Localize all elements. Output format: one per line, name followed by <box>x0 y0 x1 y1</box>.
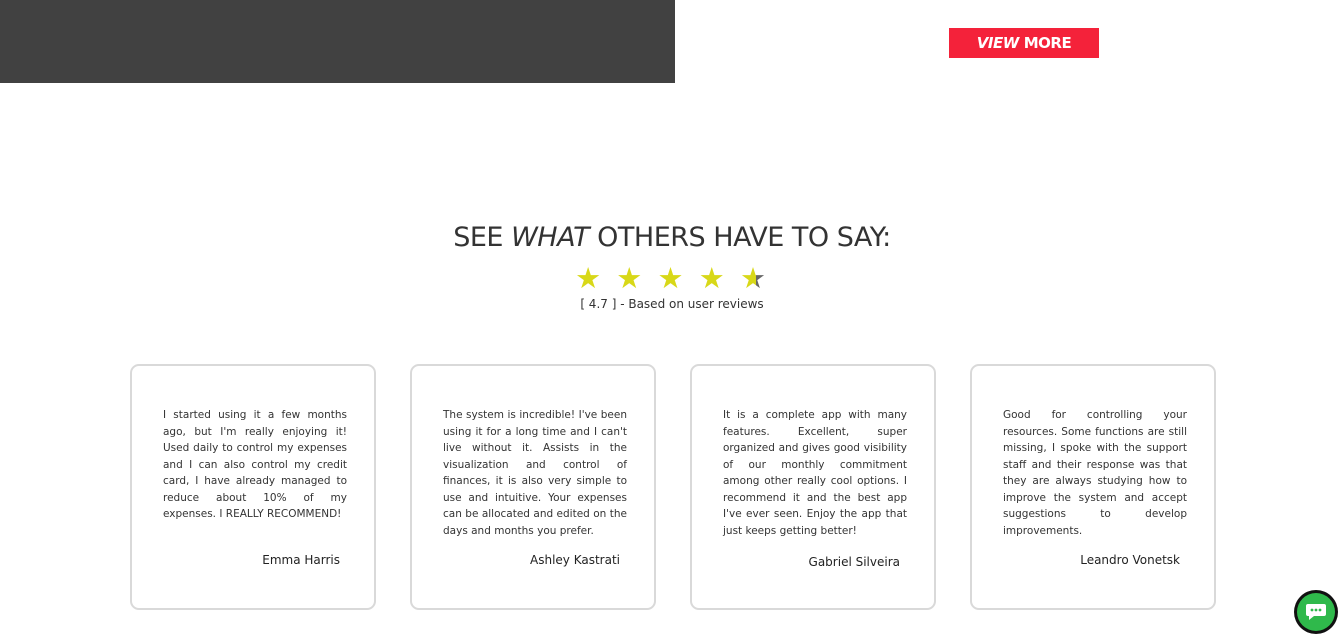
review-card: It is a complete app with many features.… <box>690 364 936 610</box>
view-more-label-part1: VIEW <box>976 34 1019 52</box>
chat-bubble-icon <box>1297 593 1335 631</box>
review-author: Emma Harris <box>262 553 340 567</box>
review-text: The system is incredible! I've been usin… <box>443 409 627 537</box>
reviews-heading: SEE WHAT OTHERS HAVE TO SAY: <box>0 222 1344 253</box>
review-author: Ashley Kastrati <box>530 553 620 567</box>
chat-widget-button[interactable] <box>1294 590 1338 634</box>
review-card: I started using it a few months ago, but… <box>130 364 376 610</box>
review-card: The system is incredible! I've been usin… <box>410 364 656 610</box>
star-icon: ★ <box>657 261 687 295</box>
review-text: It is a complete app with many features.… <box>723 409 907 537</box>
view-more-button[interactable]: VIEW MORE <box>949 28 1099 58</box>
rating-summary: [ 4.7 ] - Based on user reviews <box>580 297 764 311</box>
hero-image-panel <box>0 0 675 83</box>
star-icon: ★ <box>616 261 646 295</box>
review-author: Leandro Vonetsk <box>1080 553 1180 567</box>
reviews-heading-part2: WHAT <box>511 222 590 253</box>
review-author: Gabriel Silveira <box>808 555 900 569</box>
review-card: Good for controlling your resources. Som… <box>970 364 1216 610</box>
reviews-heading-part3: OTHERS HAVE TO SAY: <box>597 222 891 253</box>
review-text: I started using it a few months ago, but… <box>163 409 347 520</box>
view-more-label-part2: MORE <box>1023 34 1072 52</box>
star-icon: ★ <box>575 261 605 295</box>
half-star-icon: ★ <box>739 261 769 295</box>
reviews-heading-part1: SEE <box>453 222 503 253</box>
review-text: Good for controlling your resources. Som… <box>1003 409 1187 537</box>
rating-stars: ★ ★ ★ ★ ★ <box>0 262 1344 294</box>
star-icon: ★ <box>698 261 728 295</box>
